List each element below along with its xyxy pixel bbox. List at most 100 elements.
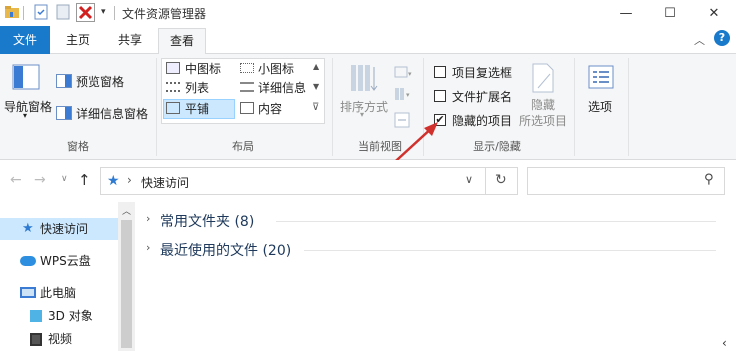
- help-icon[interactable]: ?: [714, 30, 730, 46]
- sort-by-icon[interactable]: [349, 62, 379, 94]
- minimize-button[interactable]: —: [604, 0, 648, 26]
- group-divider: [276, 221, 716, 222]
- options-button[interactable]: 选项: [588, 98, 612, 115]
- address-row: ← → ∨ ↑ ★ › 快速访问 ∨ ↻ ⚲: [0, 160, 736, 202]
- ribbon-separator: [332, 58, 333, 156]
- title-bar: ▾ 文件资源管理器 — ☐ ✕: [0, 0, 736, 26]
- navigation-pane-button[interactable]: 导航窗格: [4, 98, 52, 115]
- nav-item-videos[interactable]: 视频: [0, 328, 118, 350]
- group-by-icon[interactable]: ▾: [394, 64, 412, 80]
- breadcrumb-quick-access[interactable]: 快速访问: [141, 174, 189, 191]
- scroll-left-icon[interactable]: ‹: [722, 336, 727, 350]
- nav-item-wps-cloud[interactable]: WPS云盘: [0, 250, 118, 272]
- nav-item-3d-objects[interactable]: 3D 对象: [0, 305, 118, 327]
- layout-list[interactable]: 列表: [185, 79, 209, 96]
- gallery-expand-icon[interactable]: ⊽: [312, 102, 319, 113]
- hide-selected-line1[interactable]: 隐藏: [531, 96, 555, 113]
- preview-pane-icon[interactable]: [56, 74, 72, 88]
- cube-icon: [30, 310, 42, 322]
- tab-file[interactable]: 文件: [0, 26, 50, 54]
- group-label-panes: 窗格: [67, 140, 89, 153]
- video-icon: [30, 333, 42, 346]
- address-dropdown-icon[interactable]: ∨: [465, 173, 473, 186]
- tab-home[interactable]: 主页: [56, 28, 100, 54]
- qat-dropdown-icon[interactable]: ▾: [101, 7, 106, 17]
- group-title: 最近使用的文件 (20): [160, 243, 292, 259]
- collapse-ribbon-icon[interactable]: ︿: [694, 32, 705, 48]
- breadcrumb-separator[interactable]: ›: [127, 173, 132, 187]
- window-title: 文件资源管理器: [122, 7, 207, 21]
- address-bar[interactable]: ★ › 快速访问 ∨ ↻: [100, 167, 518, 195]
- recent-locations-icon[interactable]: ∨: [61, 174, 68, 184]
- svg-text:▾: ▾: [408, 70, 412, 78]
- content-pane: › 常用文件夹 (8) › 最近使用的文件 (20) ‹: [136, 202, 736, 351]
- scrollbar-thumb[interactable]: [121, 220, 132, 348]
- nav-item-label: WPS云盘: [40, 254, 91, 268]
- search-input[interactable]: ⚲: [527, 167, 725, 195]
- small-icons-icon: [240, 63, 254, 73]
- up-arrow-icon[interactable]: ↑: [78, 171, 91, 189]
- forward-arrow-icon[interactable]: →: [34, 172, 46, 188]
- layout-tiles[interactable]: 平铺: [185, 100, 209, 117]
- scroll-up-icon[interactable]: ︿: [122, 204, 131, 217]
- list-icon: [166, 82, 180, 92]
- expand-chevron-icon[interactable]: ›: [146, 241, 150, 254]
- options-icon[interactable]: [587, 64, 615, 92]
- refresh-icon[interactable]: ↻: [495, 172, 507, 188]
- gallery-scroll-down-icon[interactable]: ▼: [313, 82, 319, 91]
- group-label-show-hide: 显示/隐藏: [473, 140, 521, 153]
- nav-item-label: 此电脑: [40, 286, 77, 300]
- cloud-icon: [20, 256, 36, 266]
- maximize-button[interactable]: ☐: [648, 0, 692, 26]
- file-extensions-label[interactable]: 文件扩展名: [452, 88, 512, 105]
- layout-details[interactable]: 详细信息: [258, 79, 306, 96]
- qat-divider: [23, 6, 24, 20]
- group-label-layout: 布局: [232, 140, 254, 153]
- layout-medium-icons[interactable]: 中图标: [185, 60, 221, 77]
- sort-dropdown-icon[interactable]: ▾: [360, 110, 364, 119]
- preview-pane-button[interactable]: 预览窗格: [76, 73, 124, 90]
- layout-content[interactable]: 内容: [258, 100, 282, 117]
- address-divider: [485, 168, 486, 194]
- ribbon-separator: [628, 58, 629, 156]
- details-pane-icon[interactable]: [56, 106, 72, 120]
- tab-view[interactable]: 查看: [158, 28, 206, 55]
- item-checkboxes-checkbox[interactable]: [434, 66, 446, 78]
- details-icon: [240, 82, 254, 92]
- ribbon-separator: [156, 58, 157, 156]
- content-icon: [240, 102, 254, 114]
- nav-item-label: 3D 对象: [48, 309, 93, 323]
- hide-selected-line2[interactable]: 所选项目: [519, 112, 567, 129]
- group-divider: [304, 250, 716, 251]
- navigation-pane-icon[interactable]: [12, 62, 42, 92]
- title-divider: [114, 6, 115, 20]
- quick-access-star-icon: ★: [107, 173, 120, 189]
- properties-icon[interactable]: [33, 4, 49, 20]
- svg-text:▾: ▾: [406, 91, 410, 99]
- back-arrow-icon[interactable]: ←: [10, 172, 22, 188]
- hide-selected-items-icon[interactable]: [530, 62, 556, 94]
- hidden-items-label[interactable]: 隐藏的项目: [452, 112, 512, 129]
- tab-share[interactable]: 共享: [108, 28, 152, 54]
- ribbon-tab-bar: 文件 主页 共享 查看 ︿ ?: [0, 26, 736, 55]
- expand-chevron-icon[interactable]: ›: [146, 212, 150, 225]
- file-extensions-checkbox[interactable]: [434, 90, 446, 102]
- group-title: 常用文件夹 (8): [160, 214, 255, 230]
- folder-app-icon[interactable]: [4, 4, 20, 20]
- gallery-scroll-up-icon[interactable]: ▲: [313, 62, 319, 71]
- delete-icon[interactable]: [76, 3, 95, 22]
- nav-item-quick-access[interactable]: ★ 快速访问: [0, 218, 118, 240]
- nav-pane-dropdown-icon[interactable]: ▾: [23, 111, 27, 120]
- new-folder-icon[interactable]: [55, 4, 71, 20]
- nav-item-label: 快速访问: [40, 222, 89, 236]
- tiles-icon: [166, 102, 180, 114]
- ribbon-separator: [574, 58, 575, 156]
- details-pane-button[interactable]: 详细信息窗格: [76, 105, 148, 122]
- layout-small-icons[interactable]: 小图标: [258, 60, 294, 77]
- nav-pane-scrollbar[interactable]: ︿: [118, 202, 135, 351]
- add-columns-icon[interactable]: ▾: [394, 86, 412, 102]
- item-checkboxes-label[interactable]: 项目复选框: [452, 64, 512, 81]
- nav-item-this-pc[interactable]: 此电脑: [0, 282, 118, 304]
- medium-icons-icon: [166, 62, 180, 74]
- close-button[interactable]: ✕: [692, 0, 736, 26]
